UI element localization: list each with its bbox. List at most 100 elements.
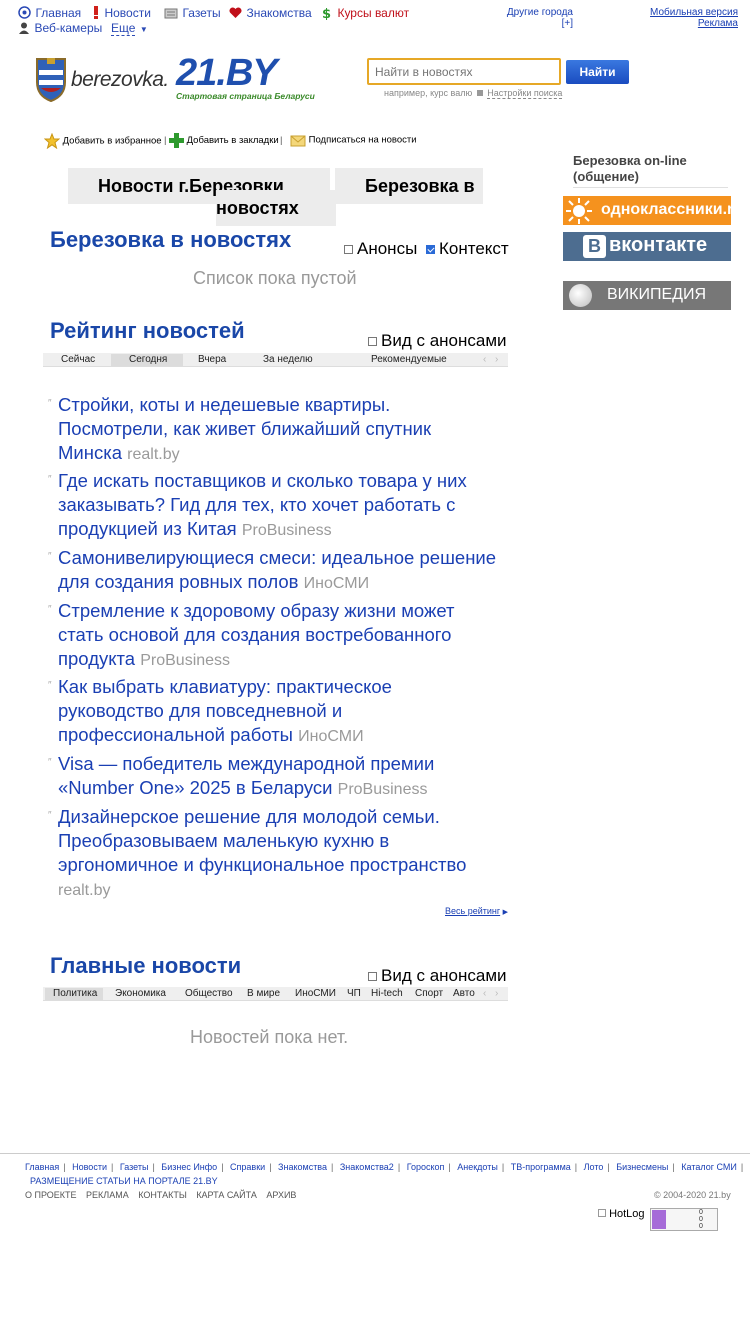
envelope-icon bbox=[290, 135, 306, 147]
news-item[interactable]: Как выбрать клавиатуру: практическое рук… bbox=[58, 675, 498, 749]
search-button[interactable]: Найти bbox=[566, 60, 629, 84]
exclamation-icon bbox=[94, 6, 98, 20]
hotlog-label: HotLog bbox=[609, 1208, 645, 1220]
news-source: ProBusiness bbox=[241, 522, 332, 539]
footer-link[interactable]: Бизнесмены bbox=[616, 1162, 668, 1172]
vkontakte-banner[interactable]: В вконтакте bbox=[563, 232, 731, 261]
odnoklassniki-banner[interactable]: одноклассники.ru bbox=[563, 196, 743, 225]
tab-economy[interactable]: Экономика bbox=[115, 988, 166, 999]
footer-link[interactable]: Новости bbox=[72, 1162, 107, 1172]
site-logo[interactable]: 21.BY Стартовая страница Беларуси bbox=[176, 52, 346, 102]
tab-yesterday[interactable]: Вчера bbox=[198, 354, 226, 365]
empty-list-message: Список пока пустой bbox=[193, 268, 357, 288]
tab-today[interactable]: Сегодня bbox=[111, 354, 183, 366]
counter-value: 0 bbox=[699, 1223, 703, 1230]
news-title[interactable]: Дизайнерское решение для молодой семьи. … bbox=[58, 806, 466, 875]
footer-link[interactable]: Бизнес Инфо bbox=[161, 1162, 217, 1172]
tab-recommended[interactable]: Рекомендуемые bbox=[371, 354, 447, 365]
tab-berezovka-in-news[interactable]: Березовка в bbox=[335, 168, 483, 204]
add-favorites[interactable]: Добавить в избранное bbox=[44, 133, 162, 149]
footer-link[interactable]: Главная bbox=[25, 1162, 59, 1172]
footer-link[interactable]: Каталог СМИ bbox=[681, 1162, 737, 1172]
subscribe-news[interactable]: Подписаться на новости bbox=[290, 133, 417, 147]
footer-about[interactable]: О ПРОЕКТЕ bbox=[25, 1190, 77, 1200]
news-title[interactable]: Самонивелирующиеся смеси: идеальное реше… bbox=[58, 547, 496, 592]
search-example: например, курс валю bbox=[384, 88, 473, 98]
context-toggle[interactable]: Контекст bbox=[426, 239, 509, 259]
anons-toggle[interactable]: Анонсы bbox=[344, 239, 417, 259]
tab-week[interactable]: За неделю bbox=[263, 354, 313, 365]
tab-now[interactable]: Сейчас bbox=[61, 354, 95, 365]
tab-inosmi[interactable]: ИноСМИ bbox=[295, 988, 336, 999]
tab-politics[interactable]: Политика bbox=[45, 988, 103, 1000]
main-anons-checkbox[interactable] bbox=[368, 972, 377, 982]
other-cities-plus[interactable]: [+] bbox=[505, 18, 573, 29]
all-rating-link[interactable]: Весь рейтинг ▶ bbox=[445, 906, 508, 916]
scroll-right-icon[interactable]: › bbox=[495, 354, 498, 365]
action-links: Добавить в избранное | Добавить в заклад… bbox=[44, 133, 444, 149]
tab-overflow[interactable]: новостях bbox=[216, 190, 336, 226]
tab-hitech[interactable]: Hi-tech bbox=[371, 988, 403, 999]
nav-item-currency[interactable]: $ Курсы валют bbox=[321, 4, 409, 22]
add-favorites-label: Добавить в избранное bbox=[62, 135, 162, 147]
tab-society[interactable]: Общество bbox=[185, 988, 233, 999]
footer-link[interactable]: Анекдоты bbox=[457, 1162, 498, 1172]
footer-link[interactable]: Справки bbox=[230, 1162, 265, 1172]
other-cities[interactable]: Другие города [+] bbox=[505, 7, 573, 29]
hotlog-counter[interactable]: HotLog bbox=[598, 1208, 645, 1220]
counter-values: 0 0 0 bbox=[699, 1209, 703, 1230]
wikipedia-banner[interactable]: ВИКИПЕДИЯ bbox=[563, 281, 731, 310]
ads-link[interactable]: Реклама bbox=[640, 18, 738, 29]
footer-sitemap[interactable]: КАРТА САЙТА bbox=[196, 1190, 257, 1200]
vk-icon: В bbox=[583, 235, 606, 258]
nav-item-webcams[interactable]: Веб-камеры bbox=[18, 19, 102, 37]
city-logo[interactable]: berezovka. bbox=[33, 56, 173, 102]
main-anons-label: Вид с анонсами bbox=[381, 966, 507, 985]
footer-placement-link[interactable]: РАЗМЕЩЕНИЕ СТАТЬИ НА ПОРТАЛЕ 21.BY bbox=[30, 1176, 218, 1186]
tab-sport[interactable]: Спорт bbox=[415, 988, 443, 999]
context-checkbox[interactable] bbox=[426, 245, 435, 255]
news-title[interactable]: Стройки, коты и недешевые квартиры. Посм… bbox=[58, 394, 431, 463]
news-item[interactable]: Visa — победитель международной премии «… bbox=[58, 752, 498, 802]
scroll-right-icon[interactable]: › bbox=[495, 988, 498, 999]
footer-contacts[interactable]: КОНТАКТЫ bbox=[138, 1190, 187, 1200]
bullet-icon: ″ bbox=[48, 398, 52, 409]
footer-link[interactable]: Газеты bbox=[120, 1162, 149, 1172]
nav-item-dating[interactable]: Знакомства bbox=[229, 4, 312, 22]
tab-world[interactable]: В мире bbox=[247, 988, 280, 999]
footer-link[interactable]: ТВ-программа bbox=[511, 1162, 571, 1172]
top-right-links: Мобильная версия Реклама bbox=[640, 7, 738, 29]
bullet-icon: ″ bbox=[48, 551, 52, 562]
liveinternet-counter[interactable]: 0 0 0 bbox=[650, 1208, 718, 1231]
scroll-left-icon[interactable]: ‹ bbox=[483, 988, 486, 999]
search-input[interactable] bbox=[367, 58, 561, 85]
more-label: Еще bbox=[111, 21, 136, 36]
footer-link[interactable]: Знакомства2 bbox=[340, 1162, 394, 1172]
footer-link[interactable]: Гороскоп bbox=[407, 1162, 445, 1172]
tab-auto[interactable]: Авто bbox=[453, 988, 475, 999]
nav-item-newspapers[interactable]: Газеты bbox=[164, 4, 221, 22]
scroll-left-icon[interactable]: ‹ bbox=[483, 354, 486, 365]
news-item[interactable]: Дизайнерское решение для молодой семьи. … bbox=[58, 805, 498, 903]
footer-link[interactable]: Знакомства bbox=[278, 1162, 327, 1172]
main-view-anons[interactable]: Вид с анонсами bbox=[368, 966, 507, 986]
main-news-tabs: Политика Экономика Общество В мире ИноСМ… bbox=[43, 987, 508, 1001]
news-item[interactable]: Самонивелирующиеся смеси: идеальное реше… bbox=[58, 546, 498, 596]
search-settings-link[interactable]: Настройки поиска bbox=[487, 88, 563, 99]
mobile-version-link[interactable]: Мобильная версия bbox=[640, 7, 738, 18]
footer-link[interactable]: Лото bbox=[584, 1162, 604, 1172]
news-item[interactable]: Стройки, коты и недешевые квартиры. Посм… bbox=[58, 393, 498, 467]
footer-archive[interactable]: АРХИВ bbox=[266, 1190, 296, 1200]
news-item[interactable]: Стремление к здоровому образу жизни може… bbox=[58, 599, 498, 673]
more-dropdown[interactable]: Еще ▼ bbox=[111, 19, 148, 37]
rating-anons-checkbox[interactable] bbox=[368, 337, 377, 347]
news-title[interactable]: Стремление к здоровому образу жизни може… bbox=[58, 600, 455, 669]
add-bookmarks[interactable]: Добавить в закладки bbox=[169, 133, 279, 148]
news-item[interactable]: Где искать поставщиков и сколько товара … bbox=[58, 469, 498, 543]
footer-ads[interactable]: РЕКЛАМА bbox=[86, 1190, 129, 1200]
copyright: © 2004-2020 21.by bbox=[654, 1190, 731, 1200]
anons-label: Анонсы bbox=[357, 239, 418, 258]
rating-view-anons[interactable]: Вид с анонсами bbox=[368, 331, 507, 351]
anons-checkbox[interactable] bbox=[344, 245, 353, 255]
tab-emergencies[interactable]: ЧП bbox=[347, 988, 361, 999]
